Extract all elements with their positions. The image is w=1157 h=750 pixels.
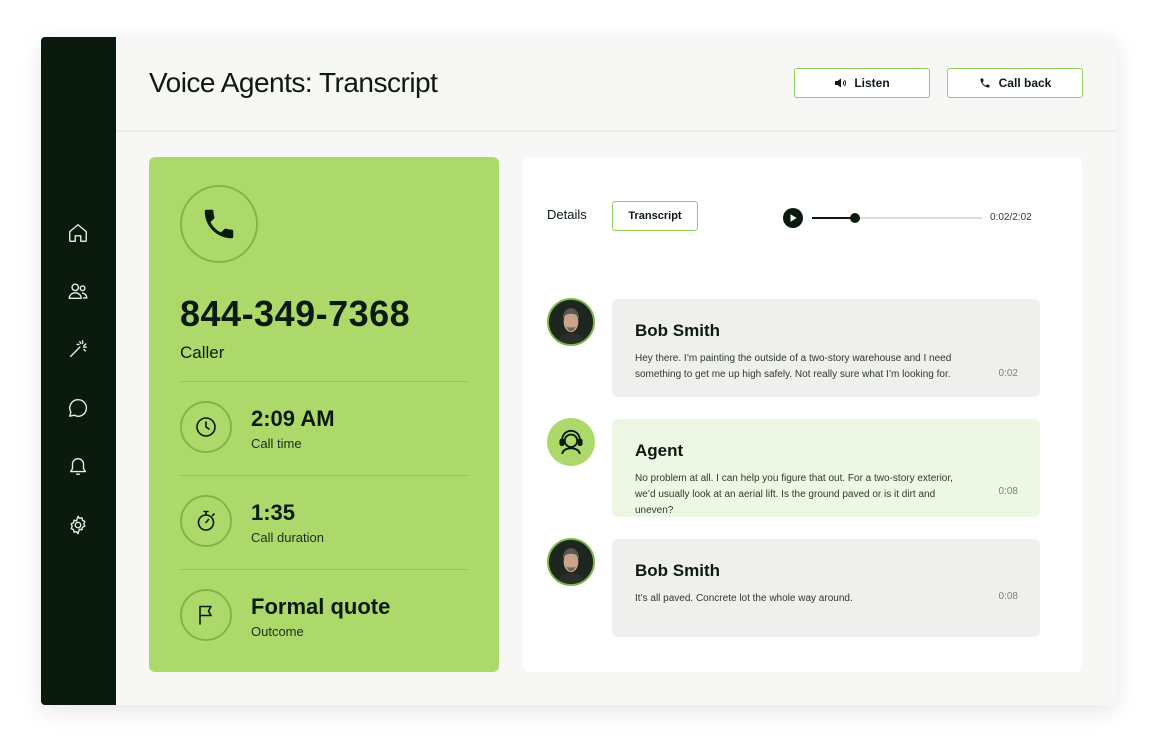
page-header: Voice Agents: Transcript Listen Call bac… bbox=[116, 37, 1116, 132]
headset-icon bbox=[559, 429, 583, 455]
caller-phone-badge bbox=[180, 185, 258, 263]
call-back-button[interactable]: Call back bbox=[947, 68, 1083, 98]
avatar bbox=[547, 418, 595, 466]
clock-icon bbox=[196, 417, 216, 437]
stopwatch-icon bbox=[197, 510, 215, 531]
message-text: No problem at all. I can help you figure… bbox=[635, 473, 953, 516]
play-button[interactable] bbox=[783, 208, 803, 228]
sidebar-item-messages[interactable] bbox=[63, 393, 93, 423]
message-time: 0:02 bbox=[998, 368, 1018, 379]
tab-details[interactable]: Details bbox=[547, 207, 587, 222]
message-text: It’s all paved. Concrete lot the whole w… bbox=[635, 593, 853, 604]
message-text: Hey there. I’m painting the outside of a… bbox=[635, 353, 952, 380]
call-time-label: Call time bbox=[251, 436, 302, 451]
gear-icon bbox=[70, 515, 86, 535]
listen-button[interactable]: Listen bbox=[794, 68, 930, 98]
app-window: Voice Agents: Transcript Listen Call bac… bbox=[41, 37, 1116, 705]
call-time-badge bbox=[180, 401, 232, 453]
sidebar-item-home[interactable] bbox=[63, 218, 93, 248]
phone-icon bbox=[980, 78, 990, 88]
message-bubble: Bob Smith Hey there. I’m painting the ou… bbox=[612, 299, 1040, 397]
tab-transcript[interactable]: Transcript bbox=[612, 201, 698, 231]
divider bbox=[180, 475, 468, 476]
page-title: Voice Agents: Transcript bbox=[149, 67, 438, 98]
bell-icon bbox=[69, 458, 87, 475]
caller-card: 844-349-7368 Caller 2:09 AM Call time 1:… bbox=[149, 157, 499, 672]
message-bubble: Agent No problem at all. I can help you … bbox=[612, 419, 1040, 517]
person-avatar-icon bbox=[549, 300, 593, 344]
audio-progress-track[interactable] bbox=[812, 213, 982, 223]
sidebar bbox=[41, 37, 116, 705]
call-back-label: Call back bbox=[998, 76, 1052, 90]
listen-label: Listen bbox=[854, 76, 890, 90]
message-speaker: Bob Smith bbox=[635, 561, 720, 580]
divider bbox=[180, 569, 468, 570]
message-time: 0:08 bbox=[998, 591, 1018, 602]
sidebar-item-contacts[interactable] bbox=[63, 276, 93, 306]
avatar bbox=[547, 538, 595, 586]
play-icon bbox=[790, 214, 797, 222]
avatar bbox=[547, 298, 595, 346]
message-speaker: Agent bbox=[635, 441, 684, 460]
call-time-value: 2:09 AM bbox=[251, 406, 335, 431]
home-icon bbox=[69, 224, 87, 242]
magic-wand-icon bbox=[69, 340, 87, 358]
speaker-icon bbox=[835, 78, 847, 88]
message-time: 0:08 bbox=[998, 486, 1018, 497]
call-duration-label: Call duration bbox=[251, 530, 324, 545]
call-duration-badge bbox=[180, 495, 232, 547]
outcome-label: Outcome bbox=[251, 624, 304, 639]
transcript-panel: Details Transcript 0:02/2:02 Bob Smith H… bbox=[523, 157, 1082, 672]
caller-role: Caller bbox=[180, 343, 225, 362]
flag-icon bbox=[199, 605, 212, 625]
chat-bubble-icon bbox=[69, 399, 88, 417]
outcome-badge bbox=[180, 589, 232, 641]
audio-time: 0:02/2:02 bbox=[990, 212, 1032, 223]
sidebar-item-automations[interactable] bbox=[63, 334, 93, 364]
person-avatar-icon bbox=[549, 540, 593, 584]
call-duration-value: 1:35 bbox=[251, 500, 296, 525]
users-icon bbox=[68, 283, 88, 300]
outcome-value: Formal quote bbox=[251, 594, 391, 619]
sidebar-item-settings[interactable] bbox=[63, 510, 93, 540]
sidebar-item-notifications[interactable] bbox=[63, 451, 93, 481]
audio-scrubber-handle[interactable] bbox=[849, 213, 860, 223]
message-bubble: Bob Smith It’s all paved. Concrete lot t… bbox=[612, 539, 1040, 637]
message-speaker: Bob Smith bbox=[635, 321, 720, 340]
caller-phone-number: 844-349-7368 bbox=[180, 293, 411, 334]
audio-progress-fill bbox=[812, 217, 855, 219]
phone-icon bbox=[204, 209, 234, 239]
divider bbox=[180, 381, 468, 382]
